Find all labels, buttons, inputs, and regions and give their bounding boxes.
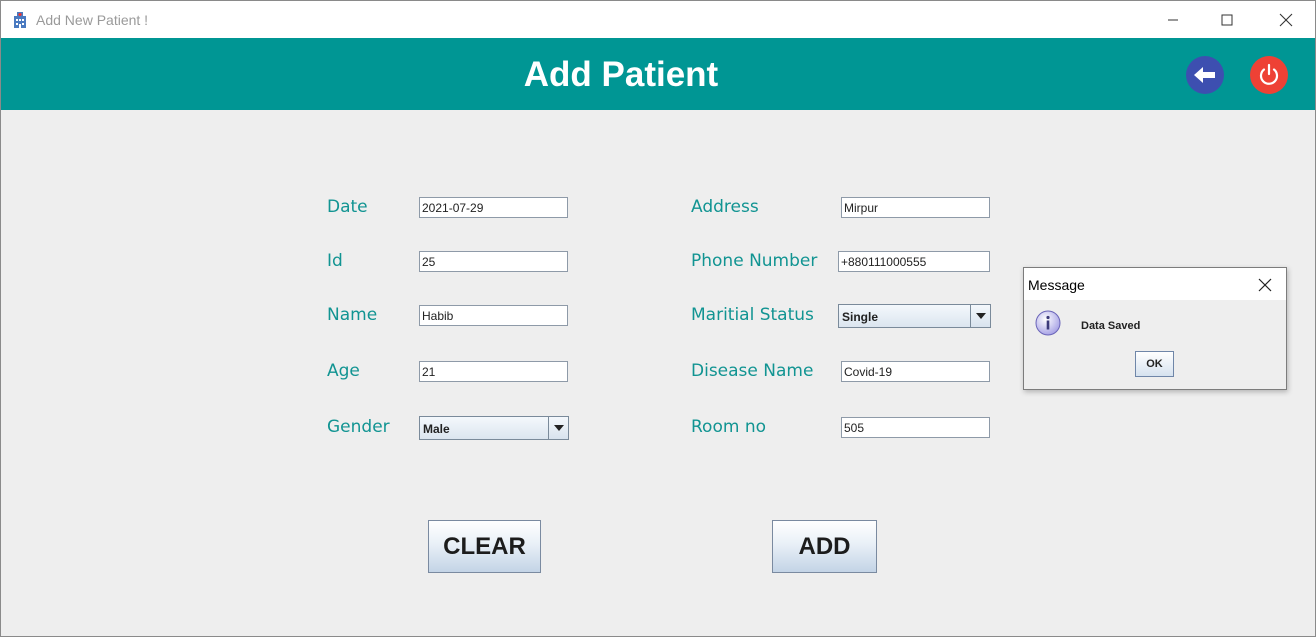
page-title: Add Patient xyxy=(523,55,719,94)
add-button[interactable]: ADD xyxy=(772,520,877,573)
add-patient-window: Add New Patient ! Add Patient Date 2021-… xyxy=(0,0,1316,637)
minimize-button[interactable] xyxy=(1150,1,1196,38)
dropdown-arrow[interactable] xyxy=(548,417,568,439)
chevron-down-icon xyxy=(975,313,986,319)
dialog-close-button[interactable] xyxy=(1254,274,1276,296)
maximize-icon xyxy=(1221,14,1233,25)
address-field[interactable]: Mirpur xyxy=(841,197,990,218)
marital-status-label: Maritial Status xyxy=(691,305,814,325)
info-icon xyxy=(1035,310,1061,336)
address-label: Address xyxy=(691,197,759,217)
phone-field[interactable]: +880111000555 xyxy=(838,251,990,272)
id-label: Id xyxy=(327,251,343,271)
marital-status-select[interactable]: Single xyxy=(838,304,991,328)
power-button[interactable] xyxy=(1250,56,1288,94)
name-field[interactable]: Habib xyxy=(419,305,568,326)
date-label: Date xyxy=(327,197,368,217)
power-icon xyxy=(1259,63,1279,85)
clear-button[interactable]: CLEAR xyxy=(428,520,541,573)
dialog-message: Data Saved xyxy=(1081,320,1141,332)
disease-name-label: Disease Name xyxy=(691,361,814,381)
close-icon xyxy=(1279,13,1293,26)
name-label: Name xyxy=(327,305,378,325)
marital-status-selected-value: Single xyxy=(842,310,879,324)
title-bar: Add New Patient ! xyxy=(1,1,1315,38)
close-window-button[interactable] xyxy=(1263,1,1309,38)
minimize-icon xyxy=(1168,19,1178,20)
gender-label: Gender xyxy=(327,417,390,437)
age-label: Age xyxy=(327,361,360,381)
close-icon xyxy=(1258,278,1272,292)
id-field[interactable]: 25 xyxy=(419,251,568,272)
ok-button[interactable]: OK xyxy=(1135,351,1174,377)
age-field[interactable]: 21 xyxy=(419,361,568,382)
hospital-icon xyxy=(14,12,26,28)
maximize-button[interactable] xyxy=(1204,1,1250,38)
dialog-title-bar: Message xyxy=(1024,268,1286,300)
back-button[interactable] xyxy=(1186,56,1224,94)
room-no-field[interactable]: 505 xyxy=(841,417,990,438)
chevron-down-icon xyxy=(553,425,564,431)
gender-selected-value: Male xyxy=(423,422,450,436)
arrow-left-icon xyxy=(1194,67,1215,83)
dropdown-arrow[interactable] xyxy=(970,305,990,327)
gender-select[interactable]: Male xyxy=(419,416,569,440)
disease-name-field[interactable]: Covid-19 xyxy=(841,361,990,382)
dialog-title: Message xyxy=(1028,277,1085,293)
message-dialog: Message Data Saved OK xyxy=(1023,267,1287,390)
room-no-label: Room no xyxy=(691,417,766,437)
phone-label: Phone Number xyxy=(691,251,818,271)
header-bar: Add Patient xyxy=(1,38,1315,110)
date-field[interactable]: 2021-07-29 xyxy=(419,197,568,218)
window-title: Add New Patient ! xyxy=(36,12,149,28)
